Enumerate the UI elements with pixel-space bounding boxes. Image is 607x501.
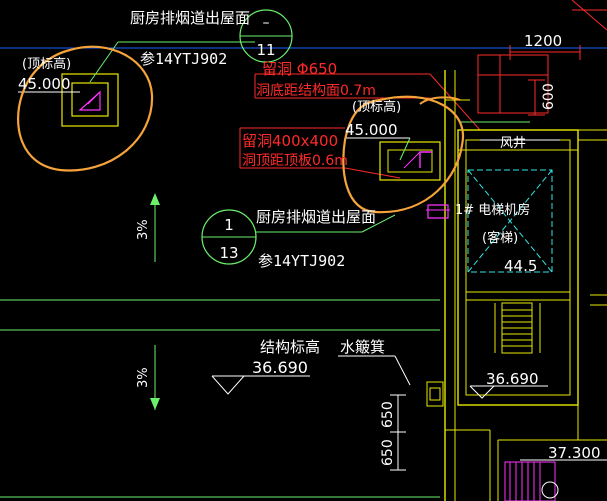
cad-drawing-canvas: 厨房排烟道出屋面 参14YTJ902 – 11 (顶标高) 45.000 留洞 … xyxy=(0,0,607,501)
bubble-mid-den: 13 xyxy=(219,244,238,262)
shaft-building xyxy=(444,70,607,501)
dim-650-a: 650 xyxy=(380,401,396,428)
label-kitchen-flue-mid: 厨房排烟道出屋面 xyxy=(256,208,376,226)
label-water-trough: 水簸箕 xyxy=(340,338,385,356)
label-struct-elev: 结构标高 xyxy=(260,338,320,356)
label-ref-mid: 参14YTJ902 xyxy=(258,252,345,270)
leader-line xyxy=(394,355,411,386)
label-elevator-room: 1# 电梯机房 xyxy=(455,202,530,218)
label-hole-rect-note: 洞顶距顶板0.6m xyxy=(242,153,348,169)
bottom-magenta-block xyxy=(504,461,559,501)
label-slope-lower: 3% xyxy=(136,367,151,388)
slope-arrow-lower xyxy=(150,345,160,410)
label-hole-rect: 留洞400x400 xyxy=(242,132,338,150)
value-elev-right: 36.690 xyxy=(486,370,539,388)
label-hole-phi-note: 洞底距结构面0.7m xyxy=(256,83,376,99)
value-top-elev-right: 45.000 xyxy=(345,121,398,139)
bubble-top-den: 11 xyxy=(256,41,275,59)
elevation-marker-struct xyxy=(211,375,310,395)
dim-1200: 1200 xyxy=(524,32,562,50)
bubble-mid-num: 1 xyxy=(224,216,234,234)
label-slope-upper: 3% xyxy=(136,219,151,240)
value-top-elev-left: 45.000 xyxy=(18,75,71,93)
label-top-elev-left: (顶标高) xyxy=(22,56,71,72)
drain-box xyxy=(429,387,441,401)
label-kitchen-flue-top: 厨房排烟道出屋面 xyxy=(130,9,250,27)
label-ref-top: 参14YTJ902 xyxy=(140,50,227,68)
access-ladder xyxy=(494,302,541,354)
label-hole-phi: 留洞 Φ650 xyxy=(262,60,337,78)
dim-600: 600 xyxy=(541,83,557,110)
slope-arrow-upper xyxy=(150,193,160,262)
drain-box xyxy=(426,381,444,407)
label-shaft: 风井 xyxy=(500,136,526,151)
value-elev-bottom-right: 37.300 xyxy=(548,444,601,462)
value-elev-44: 44.5 xyxy=(504,257,537,275)
bubble-top-num: – xyxy=(263,15,270,31)
dim-650-b: 650 xyxy=(380,439,396,466)
value-struct-elev: 36.690 xyxy=(252,358,308,377)
label-elevator-sub: (客梯) xyxy=(482,230,518,246)
label-top-elev-right: (顶标高) xyxy=(352,99,401,115)
flue-symbol-right xyxy=(345,137,441,181)
